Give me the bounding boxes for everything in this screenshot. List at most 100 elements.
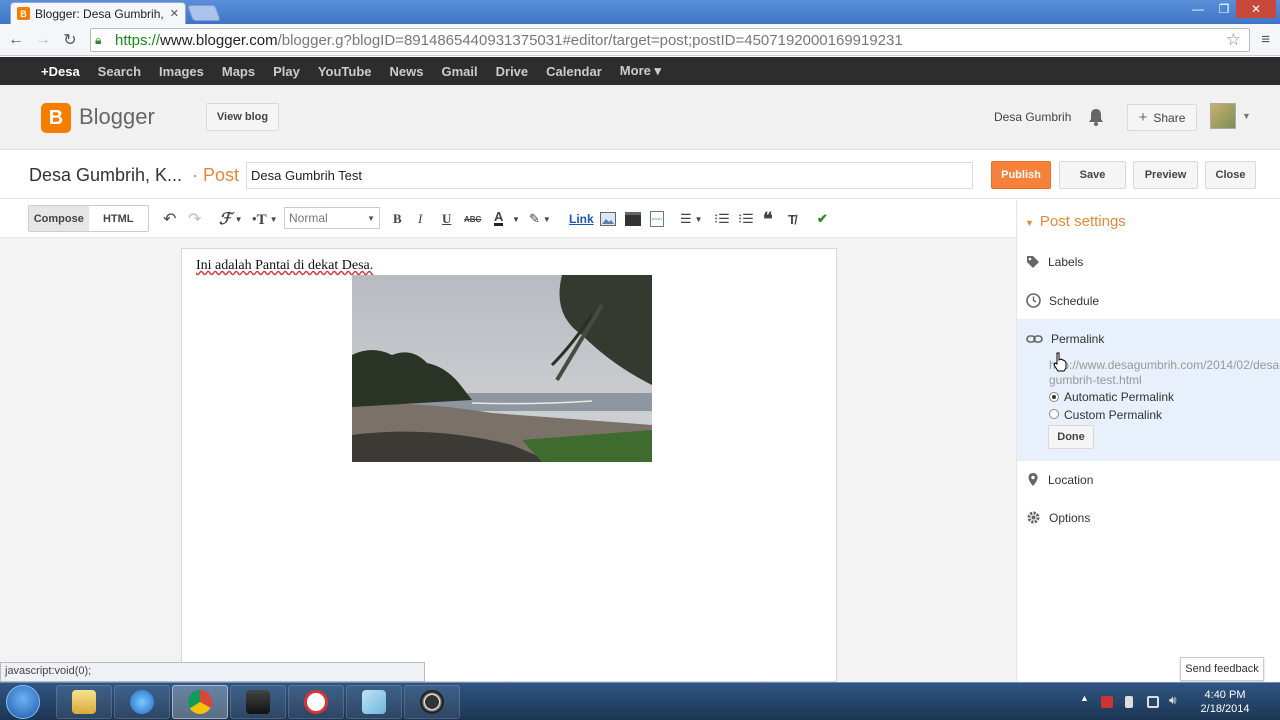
taskbar-app-note[interactable] bbox=[346, 685, 402, 719]
font-size-icon[interactable]: ꞏT ▼ bbox=[252, 210, 278, 228]
blogger-logo-icon[interactable]: B bbox=[41, 103, 71, 133]
gbar-item-more[interactable]: More ▾ bbox=[620, 63, 661, 79]
window-close-icon[interactable]: ✕ bbox=[1236, 0, 1276, 18]
notification-bell-icon[interactable] bbox=[1088, 108, 1104, 126]
align-icon[interactable]: ☰ ▼ bbox=[680, 210, 703, 228]
bookmark-star-icon[interactable]: ☆ bbox=[1226, 30, 1241, 50]
restore-icon[interactable]: ❐ bbox=[1212, 0, 1236, 18]
automatic-permalink-radio[interactable] bbox=[1049, 392, 1059, 402]
taskbar-internet-explorer[interactable] bbox=[114, 685, 170, 719]
tray-flag-icon[interactable] bbox=[1101, 696, 1113, 708]
format-select-value: Normal bbox=[289, 211, 328, 225]
gbar-item-drive[interactable]: Drive bbox=[496, 64, 529, 79]
font-family-icon[interactable]: ℱ ▼ bbox=[219, 210, 243, 228]
automatic-permalink-label[interactable]: Automatic Permalink bbox=[1064, 390, 1174, 404]
tab-close-icon[interactable]: ✕ bbox=[170, 7, 179, 20]
taskbar-media-player[interactable] bbox=[230, 685, 286, 719]
browser-status-bar: javascript:void(0); bbox=[0, 662, 425, 682]
address-bar[interactable]: 🔒︎ https://www.blogger.com/blogger.g?blo… bbox=[90, 28, 1250, 52]
browser-tab[interactable]: B Blogger: Desa Gumbrih, K ✕ bbox=[10, 2, 186, 24]
gbar-item-maps[interactable]: Maps bbox=[222, 64, 255, 79]
gbar-item-news[interactable]: News bbox=[390, 64, 424, 79]
post-title-bar: Desa Gumbrih, K... · Post Publish Save P… bbox=[0, 151, 1280, 199]
media-player-icon bbox=[246, 690, 270, 714]
beach-photo[interactable] bbox=[352, 275, 652, 462]
send-feedback-button[interactable]: Send feedback bbox=[1180, 657, 1264, 681]
hand-cursor-icon bbox=[1053, 352, 1067, 372]
done-button[interactable]: Done bbox=[1048, 425, 1094, 449]
avatar[interactable] bbox=[1210, 103, 1236, 129]
gbar-item-plus[interactable]: +Desa bbox=[41, 64, 80, 79]
editor-toolbar: Compose HTML ↶ ↷ ℱ ▼ ꞏT ▼ Normal ▼ B I U A… bbox=[0, 200, 1016, 238]
html-mode-button[interactable]: HTML bbox=[89, 206, 149, 231]
gbar-item-youtube[interactable]: YouTube bbox=[318, 64, 372, 79]
text-color-caret-icon[interactable]: ▼ bbox=[512, 210, 520, 228]
highlight-color-icon[interactable]: ✎ ▼ bbox=[529, 210, 551, 228]
text-color-icon[interactable]: A bbox=[494, 209, 504, 226]
minimize-icon[interactable]: — bbox=[1186, 0, 1210, 18]
forward-icon[interactable]: → bbox=[33, 30, 53, 50]
quote-icon[interactable]: ❝ bbox=[763, 209, 773, 229]
tray-network-icon[interactable] bbox=[1147, 696, 1159, 708]
spellcheck-icon[interactable]: ✔ bbox=[817, 210, 828, 228]
post-settings-heading[interactable]: ▼ Post settings bbox=[1025, 213, 1126, 230]
gbar-item-images[interactable]: Images bbox=[159, 64, 204, 79]
publish-button[interactable]: Publish bbox=[991, 161, 1051, 189]
remove-format-icon[interactable]: T̸ bbox=[788, 210, 796, 228]
gbar-item-play[interactable]: Play bbox=[273, 64, 300, 79]
view-blog-button[interactable]: View blog bbox=[206, 103, 279, 131]
share-button[interactable]: + Share bbox=[1127, 104, 1197, 131]
tray-battery-icon[interactable] bbox=[1125, 696, 1133, 708]
google-bar: +Desa Search Images Maps Play YouTube Ne… bbox=[0, 57, 1280, 85]
format-select[interactable]: Normal ▼ bbox=[284, 207, 380, 229]
tray-volume-icon[interactable]: 🔊︎ bbox=[1169, 693, 1181, 707]
link-button[interactable]: Link bbox=[569, 210, 594, 228]
blog-name[interactable]: Desa Gumbrih, K... bbox=[29, 165, 182, 186]
custom-permalink-radio[interactable] bbox=[1049, 409, 1059, 419]
post-title-input[interactable] bbox=[246, 162, 973, 189]
gbar-item-search[interactable]: Search bbox=[98, 64, 141, 79]
italic-button[interactable]: I bbox=[418, 210, 422, 228]
numbered-list-icon[interactable]: ⁝☰ bbox=[714, 210, 730, 228]
close-button[interactable]: Close bbox=[1205, 161, 1256, 189]
back-icon[interactable]: ← bbox=[6, 30, 26, 50]
bold-button[interactable]: B bbox=[393, 210, 402, 228]
undo-icon[interactable]: ↶ bbox=[163, 210, 176, 228]
custom-permalink-label[interactable]: Custom Permalink bbox=[1064, 408, 1162, 422]
windows-start-icon[interactable] bbox=[6, 685, 40, 719]
insert-image-icon[interactable] bbox=[600, 210, 616, 228]
sidebar-item-options[interactable]: Options bbox=[1026, 510, 1090, 525]
link-icon bbox=[1026, 335, 1043, 343]
sidebar-item-permalink[interactable]: Permalink bbox=[1026, 332, 1104, 346]
sidebar-item-location[interactable]: Location bbox=[1026, 472, 1093, 487]
taskbar-app-swirl[interactable] bbox=[288, 685, 344, 719]
taskbar-clock[interactable]: 4:40 PM 2/18/2014 bbox=[1195, 688, 1255, 716]
preview-button[interactable]: Preview bbox=[1133, 161, 1198, 189]
save-button[interactable]: Save bbox=[1059, 161, 1126, 189]
sidebar-item-labels[interactable]: Labels bbox=[1026, 255, 1083, 269]
sidebar-item-schedule[interactable]: Schedule bbox=[1026, 293, 1099, 308]
taskbar-chrome[interactable] bbox=[172, 685, 228, 719]
bullet-list-icon[interactable]: ⁝☰ bbox=[738, 210, 754, 228]
redo-icon[interactable]: ↷ bbox=[188, 210, 201, 228]
clock-time: 4:40 PM bbox=[1204, 689, 1246, 701]
user-name[interactable]: Desa Gumbrih bbox=[994, 110, 1071, 124]
underline-button[interactable]: U bbox=[442, 210, 451, 228]
avatar-caret-icon[interactable]: ▼ bbox=[1242, 111, 1251, 121]
strikethrough-button[interactable]: ABC bbox=[464, 210, 481, 228]
clock-date: 2/18/2014 bbox=[1200, 703, 1250, 715]
browser-menu-icon[interactable]: ≡ bbox=[1261, 31, 1270, 48]
tray-expand-icon[interactable]: ▲ bbox=[1080, 693, 1092, 705]
new-tab-button[interactable] bbox=[187, 5, 221, 21]
location-pin-icon bbox=[1028, 473, 1038, 486]
compose-mode-button[interactable]: Compose bbox=[29, 206, 89, 231]
taskbar-explorer[interactable] bbox=[56, 685, 112, 719]
gbar-item-gmail[interactable]: Gmail bbox=[442, 64, 478, 79]
insert-jump-break-icon[interactable] bbox=[650, 210, 664, 228]
blogger-logo-text[interactable]: Blogger bbox=[79, 104, 155, 130]
gbar-item-calendar[interactable]: Calendar bbox=[546, 64, 602, 79]
insert-video-icon[interactable] bbox=[625, 210, 641, 228]
reload-icon[interactable]: ↻ bbox=[60, 30, 80, 50]
taskbar-obs[interactable] bbox=[404, 685, 460, 719]
post-body-text[interactable]: Ini adalah Pantai di dekat Desa. bbox=[196, 258, 373, 274]
